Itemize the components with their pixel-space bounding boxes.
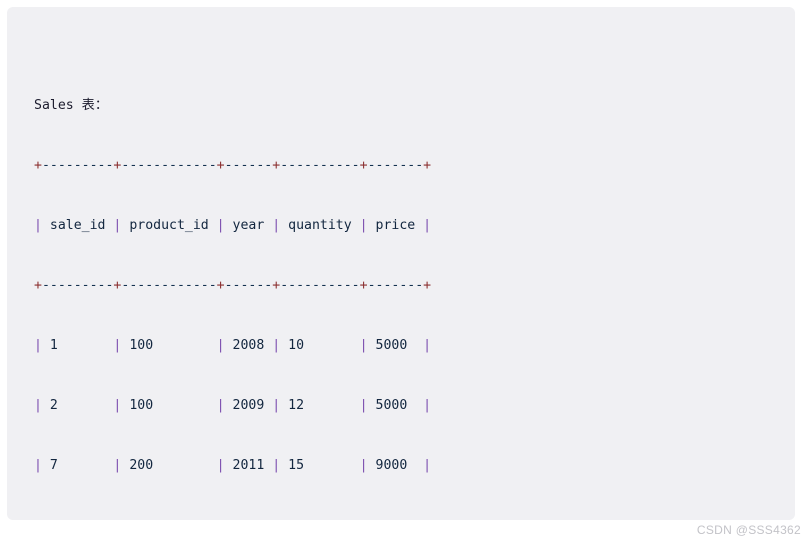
table-row: | 1 | 100 | 2008 | 10 | 5000 | <box>34 338 432 353</box>
code-block: Sales 表： +---------+------------+------+… <box>7 7 795 520</box>
sales-table-header-border: +---------+------------+------+---------… <box>34 278 432 293</box>
table-row: | 7 | 200 | 2011 | 15 | 9000 | <box>34 458 432 473</box>
sales-table-header-row: | sale_id | product_id | year | quantity… <box>34 218 432 233</box>
sales-table-bottom-border: +---------+------------+------+---------… <box>34 516 431 520</box>
csdn-watermark: CSDN @SSS4362 <box>696 523 801 537</box>
table-row: | 2 | 100 | 2009 | 12 | 5000 | <box>34 398 432 413</box>
page-root: Sales 表： +---------+------------+------+… <box>0 0 811 543</box>
sales-table-caption: Sales 表： <box>34 98 109 113</box>
sales-table-top-border: +---------+------------+------+---------… <box>34 158 432 173</box>
code-content: Sales 表： +---------+------------+------+… <box>34 16 431 520</box>
